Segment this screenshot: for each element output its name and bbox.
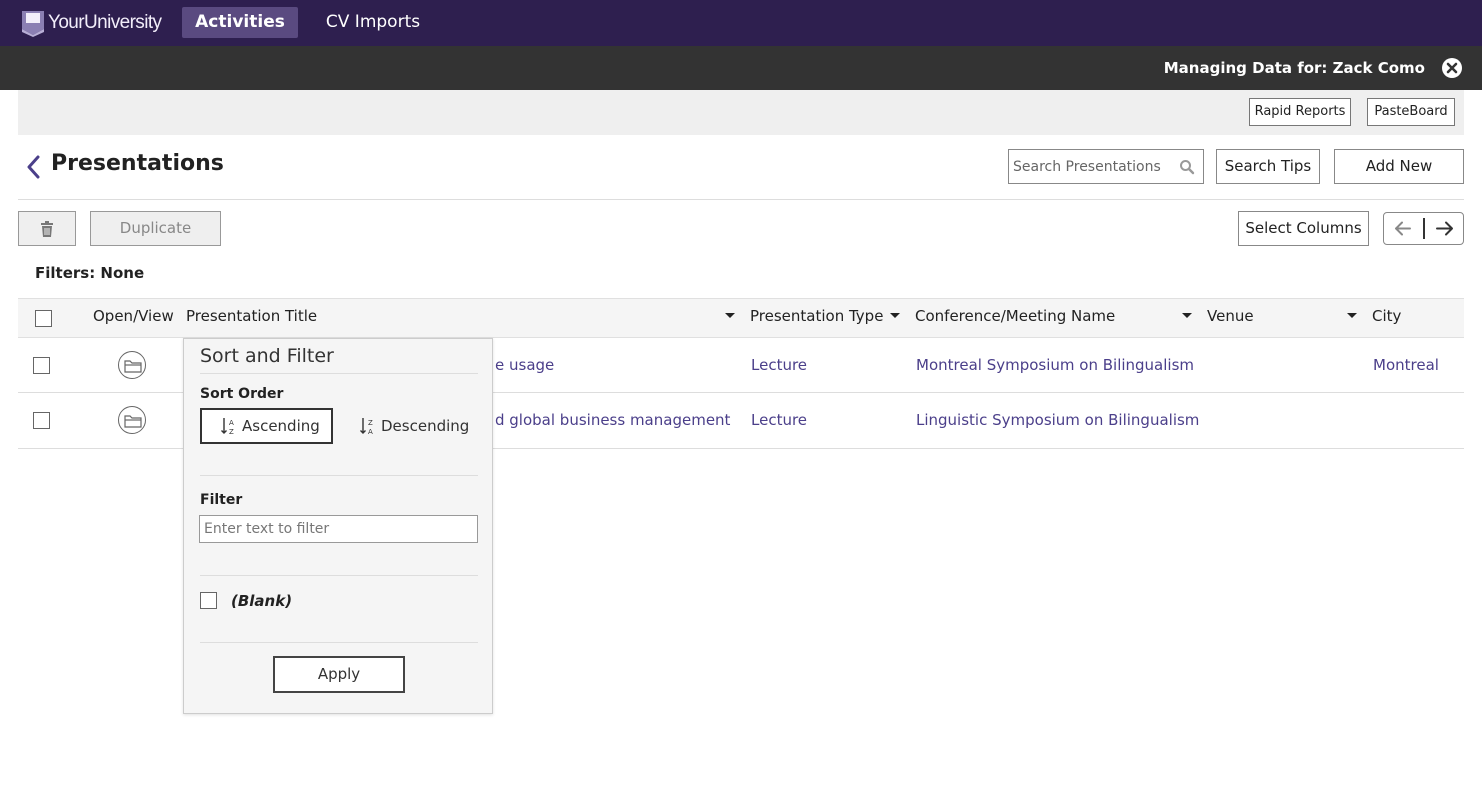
conference-name-link[interactable]: Montreal Symposium on Bilingualism bbox=[916, 356, 1194, 374]
sort-descending-button[interactable]: Z A Descending bbox=[354, 408, 470, 444]
managing-data-bar: Managing Data for: Zack Como bbox=[0, 46, 1482, 90]
svg-text:Z: Z bbox=[229, 428, 234, 435]
filter-field[interactable] bbox=[199, 515, 478, 543]
column-presentation-type[interactable]: Presentation Type bbox=[750, 307, 883, 325]
tab-cv-imports[interactable]: CV Imports bbox=[318, 7, 428, 38]
pager bbox=[1383, 212, 1464, 245]
blank-option-label: (Blank) bbox=[231, 592, 293, 610]
divider bbox=[18, 199, 1464, 200]
managing-data-text: Managing Data for: Zack Como bbox=[1163, 59, 1425, 77]
arrow-right-icon[interactable] bbox=[1424, 213, 1464, 244]
arrow-left-icon[interactable] bbox=[1384, 213, 1424, 244]
descending-label: Descending bbox=[381, 417, 470, 435]
presentation-title-link[interactable]: e usage bbox=[495, 356, 554, 374]
svg-text:Z: Z bbox=[368, 419, 373, 427]
svg-text:A: A bbox=[368, 428, 373, 435]
city-link[interactable]: Montreal bbox=[1373, 356, 1439, 374]
type-column-menu-icon[interactable] bbox=[890, 313, 900, 318]
popup-divider bbox=[200, 373, 478, 374]
svg-text:A: A bbox=[229, 419, 234, 427]
sort-descending-icon: Z A bbox=[360, 418, 373, 435]
venue-column-menu-icon[interactable] bbox=[1347, 313, 1357, 318]
filter-label: Filter bbox=[200, 492, 243, 508]
conference-column-menu-icon[interactable] bbox=[1182, 313, 1192, 318]
search-input[interactable] bbox=[1013, 155, 1173, 179]
presentation-type-link[interactable]: Lecture bbox=[751, 411, 807, 429]
popup-divider bbox=[200, 575, 478, 576]
delete-button[interactable] bbox=[18, 211, 76, 246]
add-new-button[interactable]: Add New bbox=[1334, 149, 1464, 184]
search-tips-button[interactable]: Search Tips bbox=[1216, 149, 1320, 184]
open-folder-button[interactable] bbox=[118, 406, 146, 434]
blank-checkbox[interactable] bbox=[200, 592, 217, 609]
chevron-left-icon[interactable] bbox=[24, 155, 44, 179]
presentation-title-link[interactable]: d global business management bbox=[495, 411, 730, 429]
shield-logo-icon bbox=[22, 11, 44, 37]
rapid-reports-button[interactable]: Rapid Reports bbox=[1249, 98, 1351, 126]
search-icon[interactable] bbox=[1179, 159, 1195, 175]
presentation-type-link[interactable]: Lecture bbox=[751, 356, 807, 374]
popup-divider bbox=[200, 475, 478, 476]
apply-button[interactable]: Apply bbox=[273, 656, 405, 693]
filter-input[interactable] bbox=[200, 516, 477, 542]
close-icon[interactable] bbox=[1442, 58, 1462, 78]
column-venue[interactable]: Venue bbox=[1207, 307, 1254, 325]
folder-icon bbox=[124, 415, 142, 428]
tab-activities[interactable]: Activities bbox=[182, 7, 298, 38]
university-logo[interactable]: YourUniversity bbox=[20, 8, 162, 38]
popup-title: Sort and Filter bbox=[200, 345, 334, 367]
sort-ascending-button[interactable]: A Z Ascending bbox=[200, 408, 333, 444]
title-column-menu-icon[interactable] bbox=[725, 313, 735, 318]
row-checkbox[interactable] bbox=[33, 357, 50, 374]
column-presentation-title[interactable]: Presentation Title bbox=[186, 307, 317, 325]
page-title: Presentations bbox=[51, 151, 224, 176]
folder-icon bbox=[124, 360, 142, 373]
duplicate-button[interactable]: Duplicate bbox=[90, 211, 221, 246]
trash-icon bbox=[41, 221, 53, 237]
column-city[interactable]: City bbox=[1372, 307, 1401, 325]
column-conference-name[interactable]: Conference/Meeting Name bbox=[915, 307, 1115, 325]
row-checkbox[interactable] bbox=[33, 412, 50, 429]
popup-divider bbox=[200, 642, 478, 643]
conference-name-link[interactable]: Linguistic Symposium on Bilingualism bbox=[916, 411, 1199, 429]
column-open-view: Open/View bbox=[93, 307, 174, 325]
select-columns-button[interactable]: Select Columns bbox=[1238, 211, 1369, 246]
open-folder-button[interactable] bbox=[118, 351, 146, 379]
sort-ascending-icon: A Z bbox=[221, 418, 234, 435]
filters-status: Filters: None bbox=[35, 264, 145, 282]
utility-toolbar bbox=[18, 90, 1464, 135]
sort-filter-popup: Sort and Filter Sort Order A Z Ascending… bbox=[183, 338, 493, 714]
logo-text: YourUniversity bbox=[48, 12, 162, 33]
select-all-checkbox[interactable] bbox=[35, 310, 52, 327]
search-box[interactable] bbox=[1008, 149, 1204, 184]
top-nav: YourUniversity Activities CV Imports bbox=[0, 0, 1482, 46]
pasteboard-button[interactable]: PasteBoard bbox=[1367, 98, 1455, 126]
ascending-label: Ascending bbox=[242, 417, 320, 435]
sort-order-label: Sort Order bbox=[200, 386, 284, 402]
